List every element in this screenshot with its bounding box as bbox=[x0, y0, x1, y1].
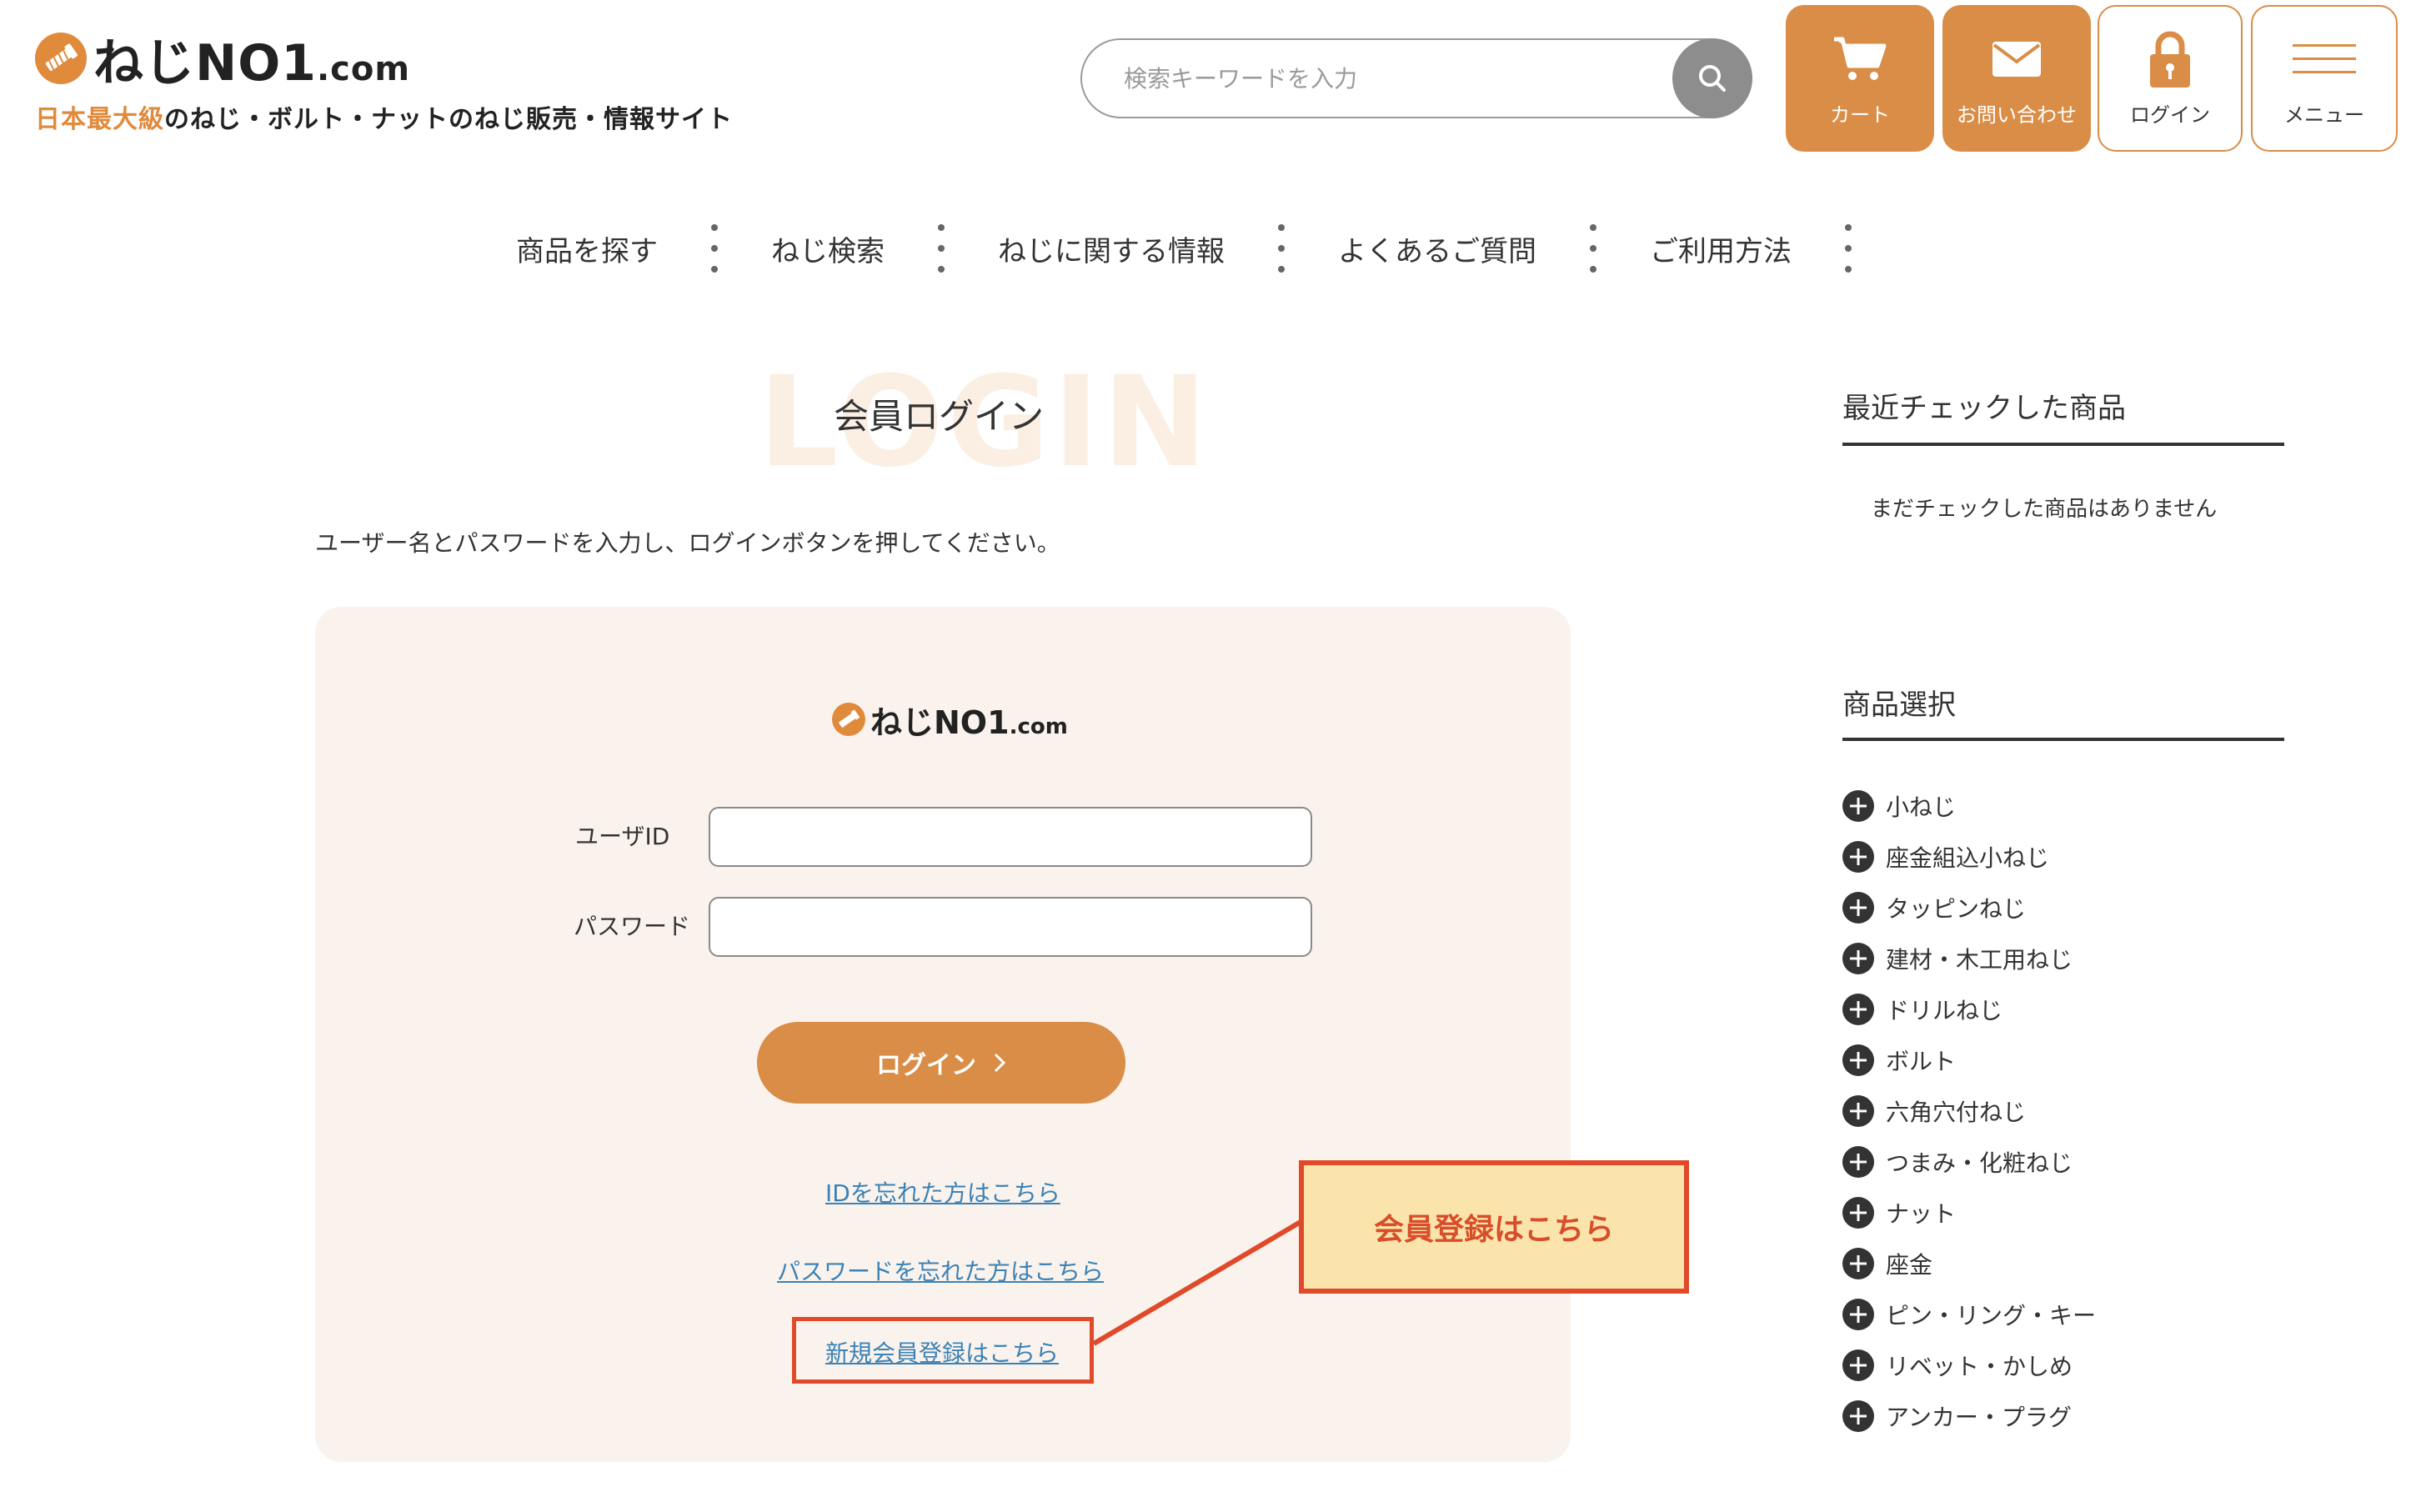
category-label: 座金組込小ねじ bbox=[1886, 844, 2050, 872]
nav-item-screw-info[interactable]: ねじに関する情報 bbox=[998, 228, 1225, 269]
category-item[interactable]: 座金 bbox=[1842, 1238, 2096, 1289]
password-label: パスワード bbox=[574, 913, 691, 940]
category-item[interactable]: 六角穴付ねじ bbox=[1842, 1085, 2096, 1136]
page-title: 会員ログイン bbox=[834, 396, 1045, 437]
search-icon bbox=[1699, 65, 1726, 92]
userid-input[interactable] bbox=[709, 807, 1312, 867]
recent-products-title: 最近チェックした商品 bbox=[1842, 392, 2126, 425]
category-item[interactable]: 小ねじ bbox=[1842, 780, 2096, 831]
category-item[interactable]: アンカー・プラグ bbox=[1842, 1390, 2096, 1441]
category-label: ボルト bbox=[1886, 1047, 1957, 1075]
card-logo-suffix: .com bbox=[1009, 713, 1068, 739]
category-label: ドリルねじ bbox=[1886, 996, 2003, 1024]
plus-icon[interactable] bbox=[1842, 1145, 1874, 1178]
nav-separator bbox=[1588, 224, 1598, 273]
callout-text: 会員登録はこちら bbox=[1373, 1213, 1614, 1247]
card-logo-text: ねじNO1 bbox=[870, 703, 1010, 741]
category-label: タッピンねじ bbox=[1886, 894, 2027, 923]
site-logo[interactable]: ねじNO1.com bbox=[35, 28, 409, 93]
forgot-password-link[interactable]: パスワードを忘れた方はこちら bbox=[777, 1254, 1104, 1287]
search-input[interactable] bbox=[1080, 38, 1752, 118]
nav-item-how-to-use[interactable]: ご利用方法 bbox=[1650, 228, 1792, 269]
category-list: 小ねじ 座金組込小ねじ タッピンねじ 建材・木工用ねじ ドリルねじ ボルト 六角… bbox=[1842, 780, 2096, 1441]
nav-item-screw-search[interactable]: ねじ検索 bbox=[771, 228, 885, 269]
menu-label: メニュー bbox=[2284, 103, 2364, 127]
login-label: ログイン bbox=[2130, 103, 2210, 127]
category-label: ナット bbox=[1886, 1199, 1957, 1228]
divider bbox=[1842, 738, 2284, 741]
recent-products-empty: まだチェックした商品はありません bbox=[1871, 497, 2218, 522]
nav-item-faq[interactable]: よくあるご質問 bbox=[1338, 228, 1536, 269]
mail-icon bbox=[1992, 41, 2041, 77]
category-item[interactable]: ナット bbox=[1842, 1187, 2096, 1238]
contact-button[interactable]: お問い合わせ bbox=[1942, 5, 2091, 152]
plus-icon[interactable] bbox=[1842, 891, 1874, 924]
nav-separator bbox=[936, 224, 946, 273]
plus-icon[interactable] bbox=[1842, 1044, 1874, 1076]
plus-icon[interactable] bbox=[1842, 1399, 1874, 1432]
register-callout: 会員登録はこちら bbox=[1299, 1160, 1689, 1294]
chevron-right-icon bbox=[994, 1053, 1006, 1073]
category-label: 小ねじ bbox=[1886, 793, 1957, 821]
category-label: アンカー・プラグ bbox=[1886, 1403, 2072, 1431]
category-item[interactable]: ピン・リング・キー bbox=[1842, 1289, 2096, 1339]
screw-logo-icon bbox=[832, 703, 865, 736]
nav-separator bbox=[709, 224, 719, 273]
login-submit-button[interactable]: ログイン bbox=[757, 1022, 1125, 1104]
card-logo: ねじNO1.com bbox=[832, 698, 1068, 741]
category-item[interactable]: リベット・かしめ bbox=[1842, 1339, 2096, 1390]
category-label: リベット・かしめ bbox=[1886, 1352, 2073, 1380]
plus-icon[interactable] bbox=[1842, 1298, 1874, 1330]
forgot-id-link[interactable]: IDを忘れた方はこちら bbox=[825, 1175, 1060, 1209]
plus-icon[interactable] bbox=[1842, 1247, 1874, 1279]
nav-item-find-products[interactable]: 商品を探す bbox=[516, 228, 658, 269]
category-label: ピン・リング・キー bbox=[1886, 1301, 2097, 1329]
search-bar bbox=[1080, 38, 1752, 118]
cart-icon bbox=[1834, 37, 1887, 80]
search-button[interactable] bbox=[1672, 38, 1752, 118]
category-label: 建材・木工用ねじ bbox=[1886, 945, 2073, 974]
plus-icon[interactable] bbox=[1842, 789, 1874, 822]
category-label: 座金 bbox=[1886, 1250, 1933, 1279]
logo-text: ねじNO1 bbox=[93, 33, 317, 93]
register-link[interactable]: 新規会員登録はこちら bbox=[825, 1335, 1059, 1369]
divider bbox=[1842, 443, 2284, 446]
category-item[interactable]: タッピンねじ bbox=[1842, 882, 2096, 933]
category-item[interactable]: ボルト bbox=[1842, 1034, 2096, 1085]
login-form-card: ねじNO1.com ユーザID パスワード ログイン IDを忘れた方はこちら パ… bbox=[315, 607, 1571, 1462]
login-button[interactable]: ログイン bbox=[2098, 5, 2243, 152]
tagline-text: のねじ・ボルト・ナットのねじ販売・情報サイト bbox=[164, 105, 733, 134]
category-item[interactable]: ドリルねじ bbox=[1842, 984, 2096, 1034]
contact-label: お問い合わせ bbox=[1957, 103, 2077, 127]
plus-icon[interactable] bbox=[1842, 993, 1874, 1025]
nav-separator bbox=[1843, 224, 1853, 273]
category-item[interactable]: 座金組込小ねじ bbox=[1842, 831, 2096, 882]
cart-label: カート bbox=[1830, 103, 1890, 127]
category-label: つまみ・化粧ねじ bbox=[1886, 1149, 2073, 1177]
lock-icon bbox=[2150, 31, 2190, 88]
site-tagline: 日本最大級のねじ・ボルト・ナットのねじ販売・情報サイト bbox=[35, 98, 733, 135]
category-item[interactable]: 建材・木工用ねじ bbox=[1842, 933, 2096, 984]
plus-icon[interactable] bbox=[1842, 942, 1874, 974]
tagline-accent: 日本最大級 bbox=[35, 105, 164, 134]
login-submit-label: ログイン bbox=[876, 1051, 976, 1080]
category-item[interactable]: つまみ・化粧ねじ bbox=[1842, 1136, 2096, 1187]
logo-suffix: .com bbox=[316, 49, 411, 88]
plus-icon[interactable] bbox=[1842, 840, 1874, 873]
category-label: 六角穴付ねじ bbox=[1886, 1098, 2027, 1126]
menu-button[interactable]: メニュー bbox=[2251, 5, 2398, 152]
hamburger-menu-icon bbox=[2293, 43, 2356, 73]
plus-icon[interactable] bbox=[1842, 1349, 1874, 1381]
nav-separator bbox=[1276, 224, 1286, 273]
main-nav: 商品を探す ねじ検索 ねじに関する情報 よくあるご質問 ご利用方法 bbox=[0, 218, 2421, 278]
screw-logo-icon bbox=[35, 33, 87, 84]
category-title: 商品選択 bbox=[1842, 688, 1956, 722]
cart-button[interactable]: カート bbox=[1786, 5, 1934, 152]
login-instruction: ユーザー名とパスワードを入力し、ログインボタンを押してください。 bbox=[315, 529, 1060, 557]
plus-icon[interactable] bbox=[1842, 1196, 1874, 1229]
password-input[interactable] bbox=[709, 897, 1312, 957]
userid-label: ユーザID bbox=[575, 823, 670, 850]
plus-icon[interactable] bbox=[1842, 1094, 1874, 1127]
